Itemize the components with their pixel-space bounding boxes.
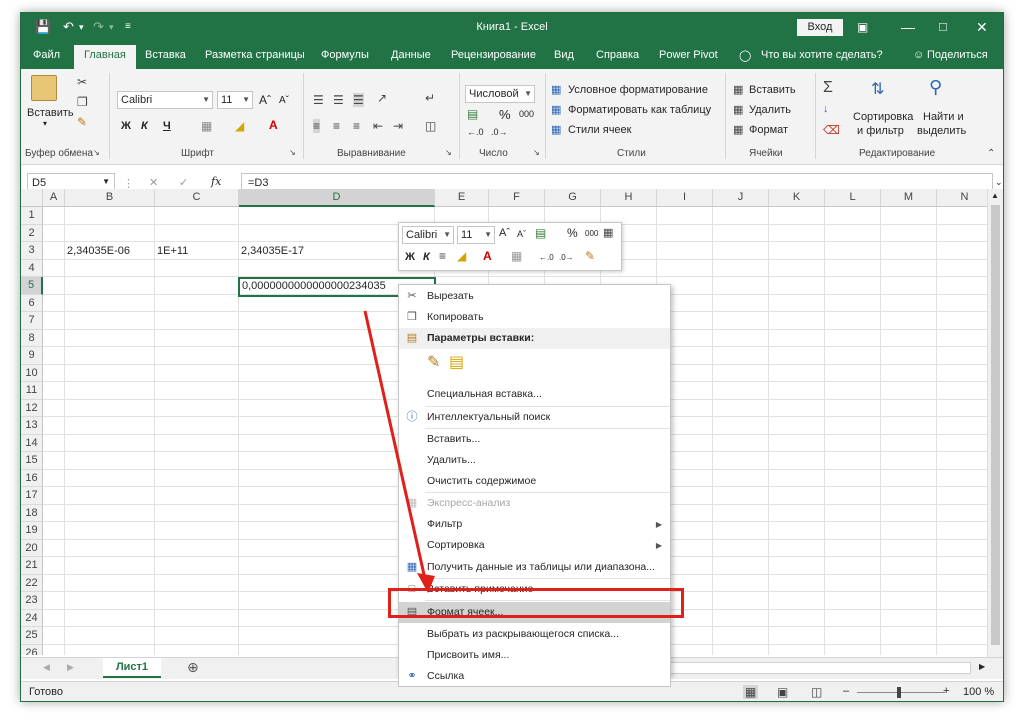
arrow-shaft [363, 310, 427, 580]
excel-window: 💾 ↶ ▾ ↷ ▾ ≡ Книга1 - Excel Вход ▣ — □ ✕ … [20, 12, 1004, 702]
arrow-head [417, 573, 435, 593]
annotation-arrow [363, 310, 435, 593]
